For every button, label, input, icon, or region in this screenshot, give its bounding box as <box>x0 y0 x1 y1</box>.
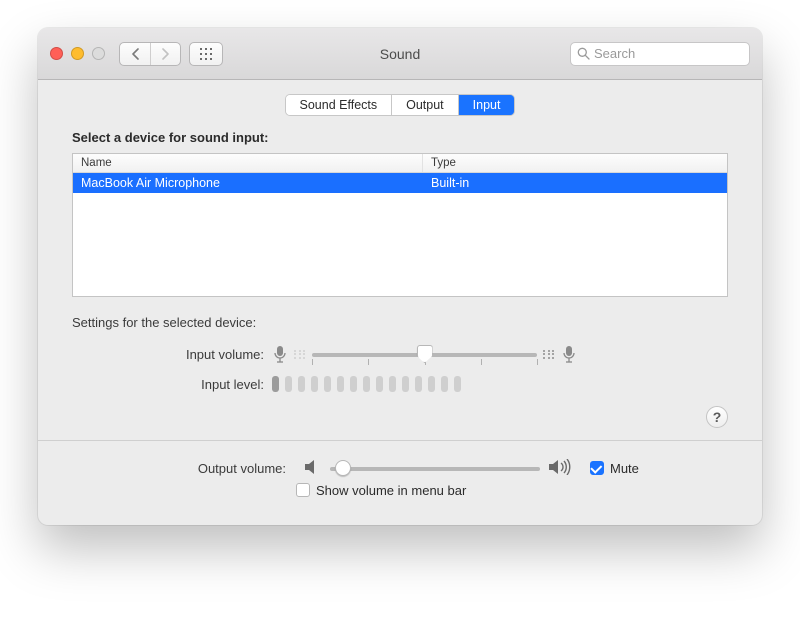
device-type: Built-in <box>423 173 727 193</box>
tab-sound-effects[interactable]: Sound Effects <box>286 95 392 115</box>
traffic-lights <box>50 47 105 60</box>
output-volume-thumb[interactable] <box>335 460 351 476</box>
level-bar <box>402 376 409 392</box>
divider <box>38 440 762 441</box>
level-bar <box>363 376 370 392</box>
level-bar <box>415 376 422 392</box>
show-all-button[interactable] <box>189 42 223 66</box>
mic-dots-high-icon <box>543 350 555 359</box>
chevron-right-icon <box>161 48 170 60</box>
level-bar <box>441 376 448 392</box>
titlebar: Sound Search <box>38 28 762 80</box>
mute-checkbox[interactable]: Mute <box>590 461 639 476</box>
level-bar <box>454 376 461 392</box>
close-button[interactable] <box>50 47 63 60</box>
level-bar <box>324 376 331 392</box>
output-volume-slider[interactable] <box>330 458 540 478</box>
output-volume-row: Output volume: Mute <box>72 455 728 481</box>
search-input[interactable]: Search <box>570 42 750 66</box>
tab-strip: Sound Effects Output Input <box>285 94 516 116</box>
input-volume-row: Input volume: <box>72 340 728 368</box>
input-volume-thumb[interactable] <box>417 345 433 363</box>
back-button[interactable] <box>120 43 150 65</box>
settings-heading: Settings for the selected device: <box>72 315 728 330</box>
column-header-name[interactable]: Name <box>73 154 423 172</box>
speaker-high-icon <box>548 459 572 478</box>
input-level-label: Input level: <box>72 377 272 392</box>
table-row[interactable]: MacBook Air Microphone Built-in <box>73 173 727 193</box>
output-volume-label: Output volume: <box>72 461 296 476</box>
microphone-low-icon <box>272 344 288 364</box>
input-volume-label: Input volume: <box>72 347 272 362</box>
tabs-row: Sound Effects Output Input <box>38 80 762 126</box>
mic-dots-low-icon <box>294 350 306 359</box>
level-bar <box>350 376 357 392</box>
input-level-meter <box>272 376 461 392</box>
speaker-low-icon <box>304 459 322 478</box>
table-header: Name Type <box>73 154 727 173</box>
checkbox-icon <box>296 483 310 497</box>
show-in-menubar-label: Show volume in menu bar <box>316 483 466 498</box>
mute-label: Mute <box>610 461 639 476</box>
level-bar <box>311 376 318 392</box>
level-bar <box>428 376 435 392</box>
input-device-heading: Select a device for sound input: <box>72 130 728 145</box>
checkbox-icon <box>590 461 604 475</box>
level-bar <box>337 376 344 392</box>
microphone-high-icon <box>561 344 577 364</box>
chevron-left-icon <box>131 48 140 60</box>
tab-output[interactable]: Output <box>391 95 458 115</box>
input-level-row: Input level: <box>72 374 728 394</box>
grid-icon <box>200 48 212 60</box>
sound-preferences-window: Sound Search Sound Effects Output Input … <box>38 28 762 525</box>
level-bar <box>285 376 292 392</box>
show-in-menubar-checkbox[interactable]: Show volume in menu bar <box>296 483 466 498</box>
level-bar <box>272 376 279 392</box>
column-header-type[interactable]: Type <box>423 154 727 172</box>
device-name: MacBook Air Microphone <box>73 173 423 193</box>
level-bar <box>298 376 305 392</box>
forward-button[interactable] <box>150 43 180 65</box>
help-button[interactable]: ? <box>706 406 728 428</box>
tab-input[interactable]: Input <box>458 95 515 115</box>
nav-buttons <box>119 42 181 66</box>
menubar-row: Show volume in menu bar <box>72 487 728 509</box>
search-placeholder: Search <box>594 46 635 61</box>
search-icon <box>577 47 590 60</box>
input-device-table: Name Type MacBook Air Microphone Built-i… <box>72 153 728 297</box>
zoom-button[interactable] <box>92 47 105 60</box>
level-bar <box>376 376 383 392</box>
level-bar <box>389 376 396 392</box>
content-area: Select a device for sound input: Name Ty… <box>38 130 762 525</box>
input-volume-slider[interactable] <box>312 344 537 364</box>
minimize-button[interactable] <box>71 47 84 60</box>
